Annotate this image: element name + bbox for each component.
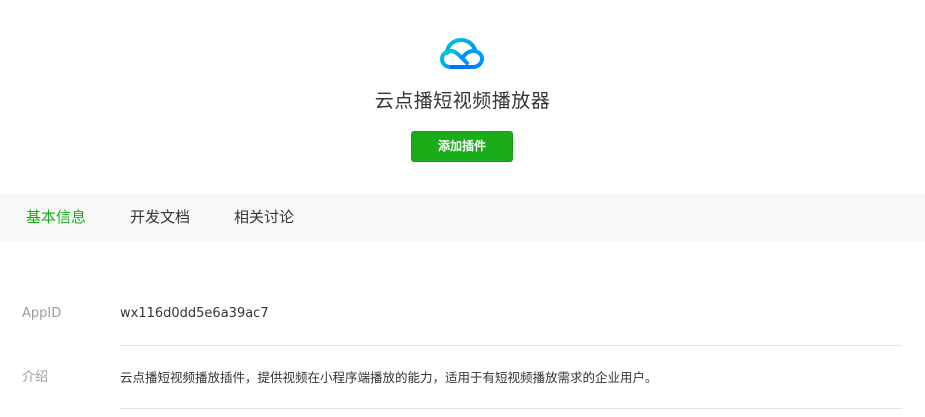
divider <box>120 345 902 346</box>
tab-basic-info[interactable]: 基本信息 <box>26 193 86 242</box>
plugin-detail-page: 云点播短视频播放器 添加插件 基本信息 开发文档 相关讨论 AppID wx11… <box>0 0 925 417</box>
appid-row: AppID wx116d0dd5e6a39ac7 <box>0 304 925 324</box>
tab-dev-docs[interactable]: 开发文档 <box>130 193 190 242</box>
tab-bar: 基本信息 开发文档 相关讨论 <box>0 193 925 242</box>
appid-label: AppID <box>22 306 62 321</box>
plugin-title: 云点播短视频播放器 <box>374 90 551 112</box>
appid-value: wx116d0dd5e6a39ac7 <box>120 306 269 321</box>
divider <box>120 408 902 409</box>
intro-row: 介绍 云点播短视频播放插件，提供视频在小程序端播放的能力，适用于有短视频播放需求… <box>0 368 925 388</box>
cloud-icon <box>440 38 484 69</box>
tab-discussion[interactable]: 相关讨论 <box>234 193 294 242</box>
intro-value: 云点播短视频播放插件，提供视频在小程序端播放的能力，适用于有短视频播放需求的企业… <box>120 370 658 385</box>
intro-label: 介绍 <box>22 370 49 385</box>
add-plugin-button[interactable]: 添加插件 <box>411 131 513 162</box>
